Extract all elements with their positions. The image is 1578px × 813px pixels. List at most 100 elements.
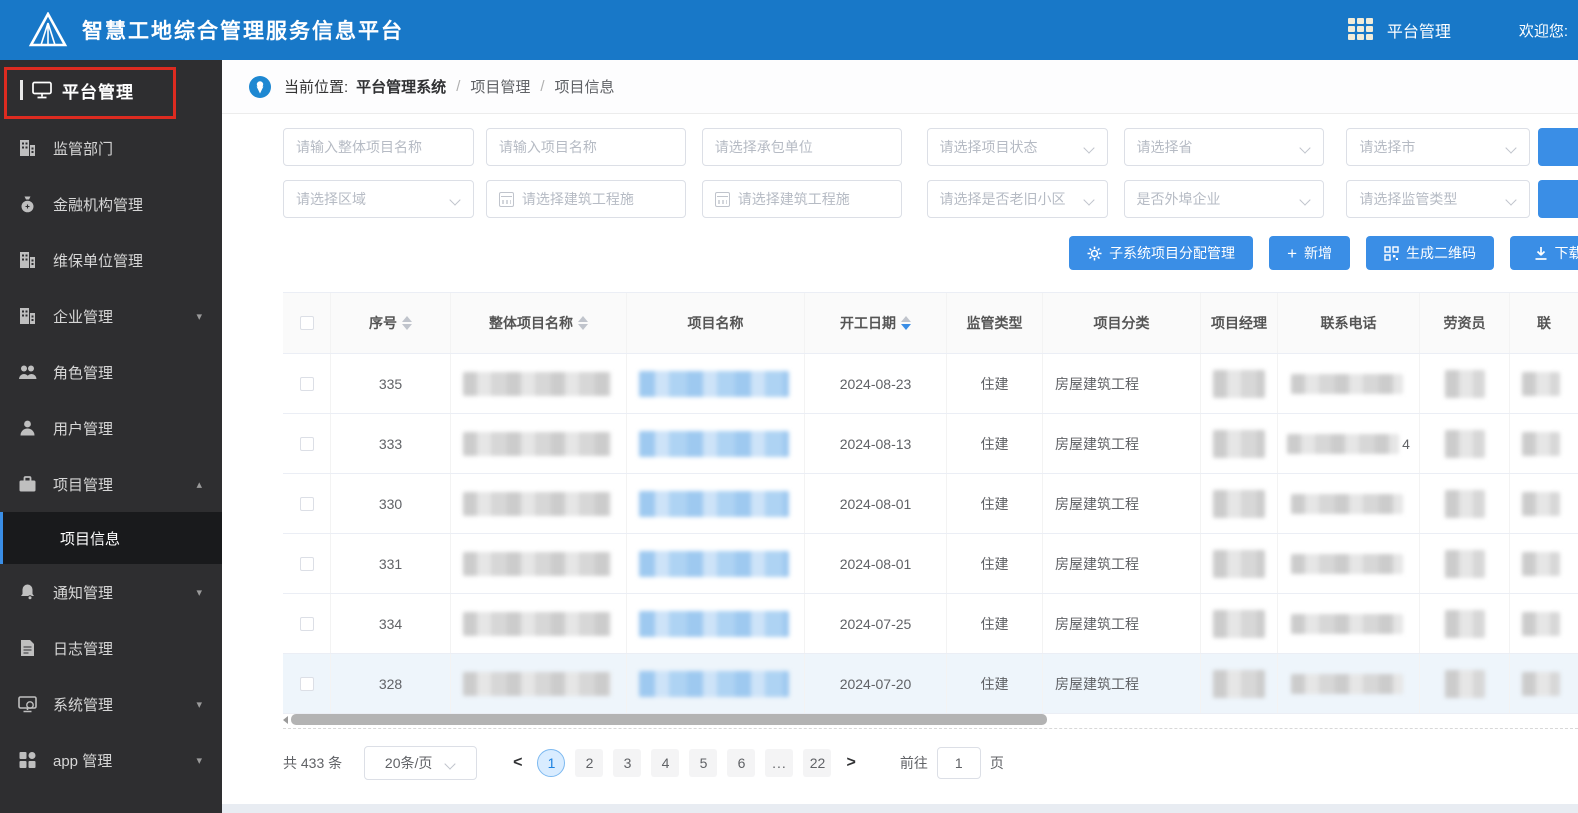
page-size-select[interactable]: 20条/页 — [364, 746, 478, 780]
project-status-select[interactable]: 请选择项目状态 — [926, 128, 1108, 166]
redacted-text — [1213, 489, 1265, 518]
project-name-cell — [627, 354, 805, 413]
sort-asc-icon[interactable] — [402, 316, 412, 322]
building-icon — [20, 252, 35, 268]
sort-desc-icon[interactable] — [402, 324, 412, 330]
overall-project-name-input[interactable] — [283, 128, 474, 166]
area-select[interactable]: 请选择区域 — [283, 180, 474, 218]
page-number-3[interactable]: 3 — [613, 749, 642, 777]
row-checkbox[interactable] — [299, 436, 314, 451]
column-header-overall-name[interactable]: 整体项目名称 — [451, 293, 627, 353]
chevron-down-icon — [1301, 194, 1311, 204]
start-date-cell: 2024-07-25 — [805, 594, 947, 653]
redacted-link[interactable] — [639, 370, 789, 397]
supervision-type-value: 住建 — [980, 435, 1009, 452]
redacted-link[interactable] — [639, 610, 789, 637]
sidebar-item-maintenance-units[interactable]: 维保单位管理 — [0, 232, 222, 288]
sort-desc-icon[interactable] — [578, 324, 588, 330]
start-date-value: 2024-08-13 — [839, 435, 912, 452]
apps-grid-icon[interactable] — [1347, 18, 1378, 42]
top-right-group: 平台管理 欢迎您: — [1347, 18, 1568, 42]
page-number-4[interactable]: 4 — [651, 749, 680, 777]
column-header-phone: 联系电话 — [1278, 293, 1420, 353]
page-number-1-active[interactable]: 1 — [537, 749, 566, 777]
category-cell: 房屋建筑工程 — [1043, 594, 1201, 653]
top-nav-platform-management[interactable]: 平台管理 — [1387, 18, 1451, 42]
select-all-checkbox[interactable] — [299, 316, 314, 330]
redacted-link[interactable] — [639, 430, 789, 457]
row-checkbox[interactable] — [299, 616, 314, 631]
breadcrumb-section[interactable]: 项目管理 — [470, 76, 530, 97]
column-header-seq[interactable]: 序号 — [331, 293, 451, 353]
page-number-6[interactable]: 6 — [727, 749, 756, 777]
column-header-start-date[interactable]: 开工日期 — [805, 293, 947, 353]
phone-cell — [1278, 654, 1420, 713]
page-number-22[interactable]: 22 — [803, 749, 832, 777]
generate-qrcode-button[interactable]: 生成二维码 — [1366, 236, 1494, 270]
sort-asc-icon[interactable] — [901, 316, 911, 322]
project-name-cell — [627, 654, 805, 713]
sidebar-item-financial-institutions[interactable]: 金融机构管理 — [0, 176, 222, 232]
page-number-5[interactable]: 5 — [689, 749, 718, 777]
seq-cell: 333 — [331, 414, 451, 473]
sidebar-item-project-management[interactable]: 项目管理 ▴ — [0, 456, 222, 512]
calendar-icon — [714, 191, 730, 207]
overall-project-name-field[interactable] — [296, 139, 461, 155]
redacted-text — [1444, 489, 1485, 518]
prev-page-button[interactable]: < — [503, 754, 532, 772]
scrollbar-thumb[interactable] — [291, 714, 1047, 725]
end-date-placeholder: 请选择建筑工程施 — [737, 191, 850, 207]
construction-start-date-picker[interactable]: 请选择建筑工程施 — [485, 180, 686, 218]
page-number-2[interactable]: 2 — [575, 749, 604, 777]
add-label: 新增 — [1304, 245, 1332, 261]
sidebar-item-role-management[interactable]: 角色管理 — [0, 344, 222, 400]
category-cell: 房屋建筑工程 — [1043, 534, 1201, 593]
city-select[interactable]: 请选择市 — [1346, 128, 1531, 166]
redacted-link[interactable] — [639, 550, 789, 577]
old-community-select[interactable]: 请选择是否老旧小区 — [926, 180, 1108, 218]
sidebar-item-supervision-dept[interactable]: 监管部门 — [0, 120, 222, 176]
sort-asc-icon[interactable] — [578, 316, 588, 322]
add-button[interactable]: + 新增 — [1269, 236, 1350, 270]
sidebar-item-notification-management[interactable]: 通知管理 ▾ — [0, 564, 222, 620]
sidebar-subitem-project-info-active[interactable]: 项目信息 — [0, 512, 222, 564]
next-page-button[interactable]: > — [836, 754, 865, 772]
row-checkbox[interactable] — [299, 556, 314, 571]
download-label: 下载 — [1554, 245, 1578, 261]
row-checkbox[interactable] — [299, 676, 314, 691]
row-checkbox[interactable] — [299, 496, 314, 511]
sidebar-item-app-management[interactable]: app 管理 ▾ — [0, 732, 222, 788]
external-enterprise-select[interactable]: 是否外埠企业 — [1123, 180, 1325, 218]
sidebar-item-log-management[interactable]: 日志管理 — [0, 620, 222, 676]
sort-desc-icon-active[interactable] — [901, 324, 911, 330]
construction-end-date-picker[interactable]: 请选择建筑工程施 — [701, 180, 902, 218]
project-name-field[interactable] — [498, 139, 673, 155]
seq-value: 331 — [378, 555, 403, 572]
seq-value: 333 — [378, 435, 403, 452]
contractor-select[interactable]: 请选择承包单位 — [701, 128, 902, 166]
sidebar-item-user-management[interactable]: 用户管理 — [0, 400, 222, 456]
breadcrumb-root[interactable]: 平台管理系统 — [356, 76, 446, 97]
redacted-link[interactable] — [639, 490, 789, 517]
row-checkbox[interactable] — [299, 376, 314, 391]
sidebar-item-enterprise-management[interactable]: 企业管理 ▾ — [0, 288, 222, 344]
redacted-link[interactable] — [639, 670, 789, 697]
goto-page-input[interactable] — [936, 747, 981, 779]
row-select-cell — [283, 654, 331, 713]
subsystem-assign-button[interactable]: 子系统项目分配管理 — [1069, 236, 1254, 270]
supervision-type-select[interactable]: 请选择监管类型 — [1346, 180, 1531, 218]
select-all-cell — [283, 293, 331, 353]
download-button[interactable]: 下载 — [1510, 236, 1578, 270]
filter-action-button-cutoff[interactable] — [1538, 180, 1578, 218]
seq-value: 328 — [378, 675, 403, 692]
sidebar-item-system-management[interactable]: 系统管理 ▾ — [0, 676, 222, 732]
city-placeholder: 请选择市 — [1359, 139, 1416, 155]
scroll-left-arrow-icon[interactable] — [283, 715, 288, 724]
project-name-input[interactable] — [485, 128, 686, 166]
category-cell: 房屋建筑工程 — [1043, 474, 1201, 533]
more-pages-ellipsis[interactable]: ... — [765, 749, 794, 777]
province-select[interactable]: 请选择省 — [1123, 128, 1325, 166]
chevron-down-icon — [451, 194, 461, 204]
sidebar-item-platform-management[interactable]: 平台管理 — [0, 60, 222, 120]
filter-action-button-cutoff[interactable] — [1538, 128, 1578, 166]
